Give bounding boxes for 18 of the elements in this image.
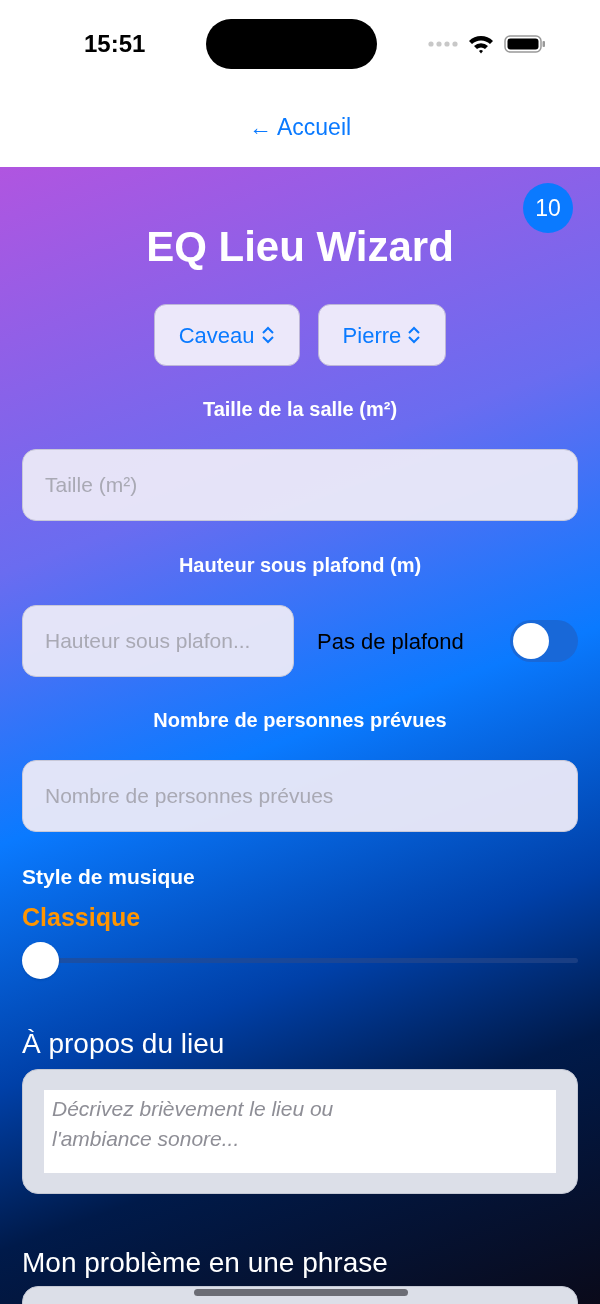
page-title: EQ Lieu Wizard [146, 222, 454, 272]
count-badge: 10 [523, 183, 573, 233]
toggle-label: Pas de plafond [317, 627, 464, 656]
field-label: Taille de la salle (m²) [201, 397, 399, 422]
field-label: Nombre de personnes prévues [152, 708, 448, 733]
picker-button[interactable]: Pierre [317, 304, 447, 366]
back-link[interactable]: ← Accueil [248, 110, 352, 145]
field-label: Style de musique [22, 864, 196, 889]
section-label: Mon problème en une phrase [22, 1246, 389, 1276]
status-time: 15:51 [84, 29, 147, 59]
section-label: À propos du lieu [22, 1027, 226, 1057]
field-label: Hauteur sous plafond (m) [177, 553, 423, 578]
about-text-area[interactable]: Décrivez brièvement le lieu ou l'ambiance sonore... [44, 1090, 556, 1173]
music-style-value: Classique [22, 902, 142, 929]
size-input[interactable]: Taille (m²) [22, 449, 578, 521]
picker-button[interactable]: Caveau [153, 304, 300, 366]
people-input[interactable]: Nombre de personnes prévues [22, 760, 578, 832]
height-input[interactable]: Hauteur sous plafon... [22, 605, 294, 677]
